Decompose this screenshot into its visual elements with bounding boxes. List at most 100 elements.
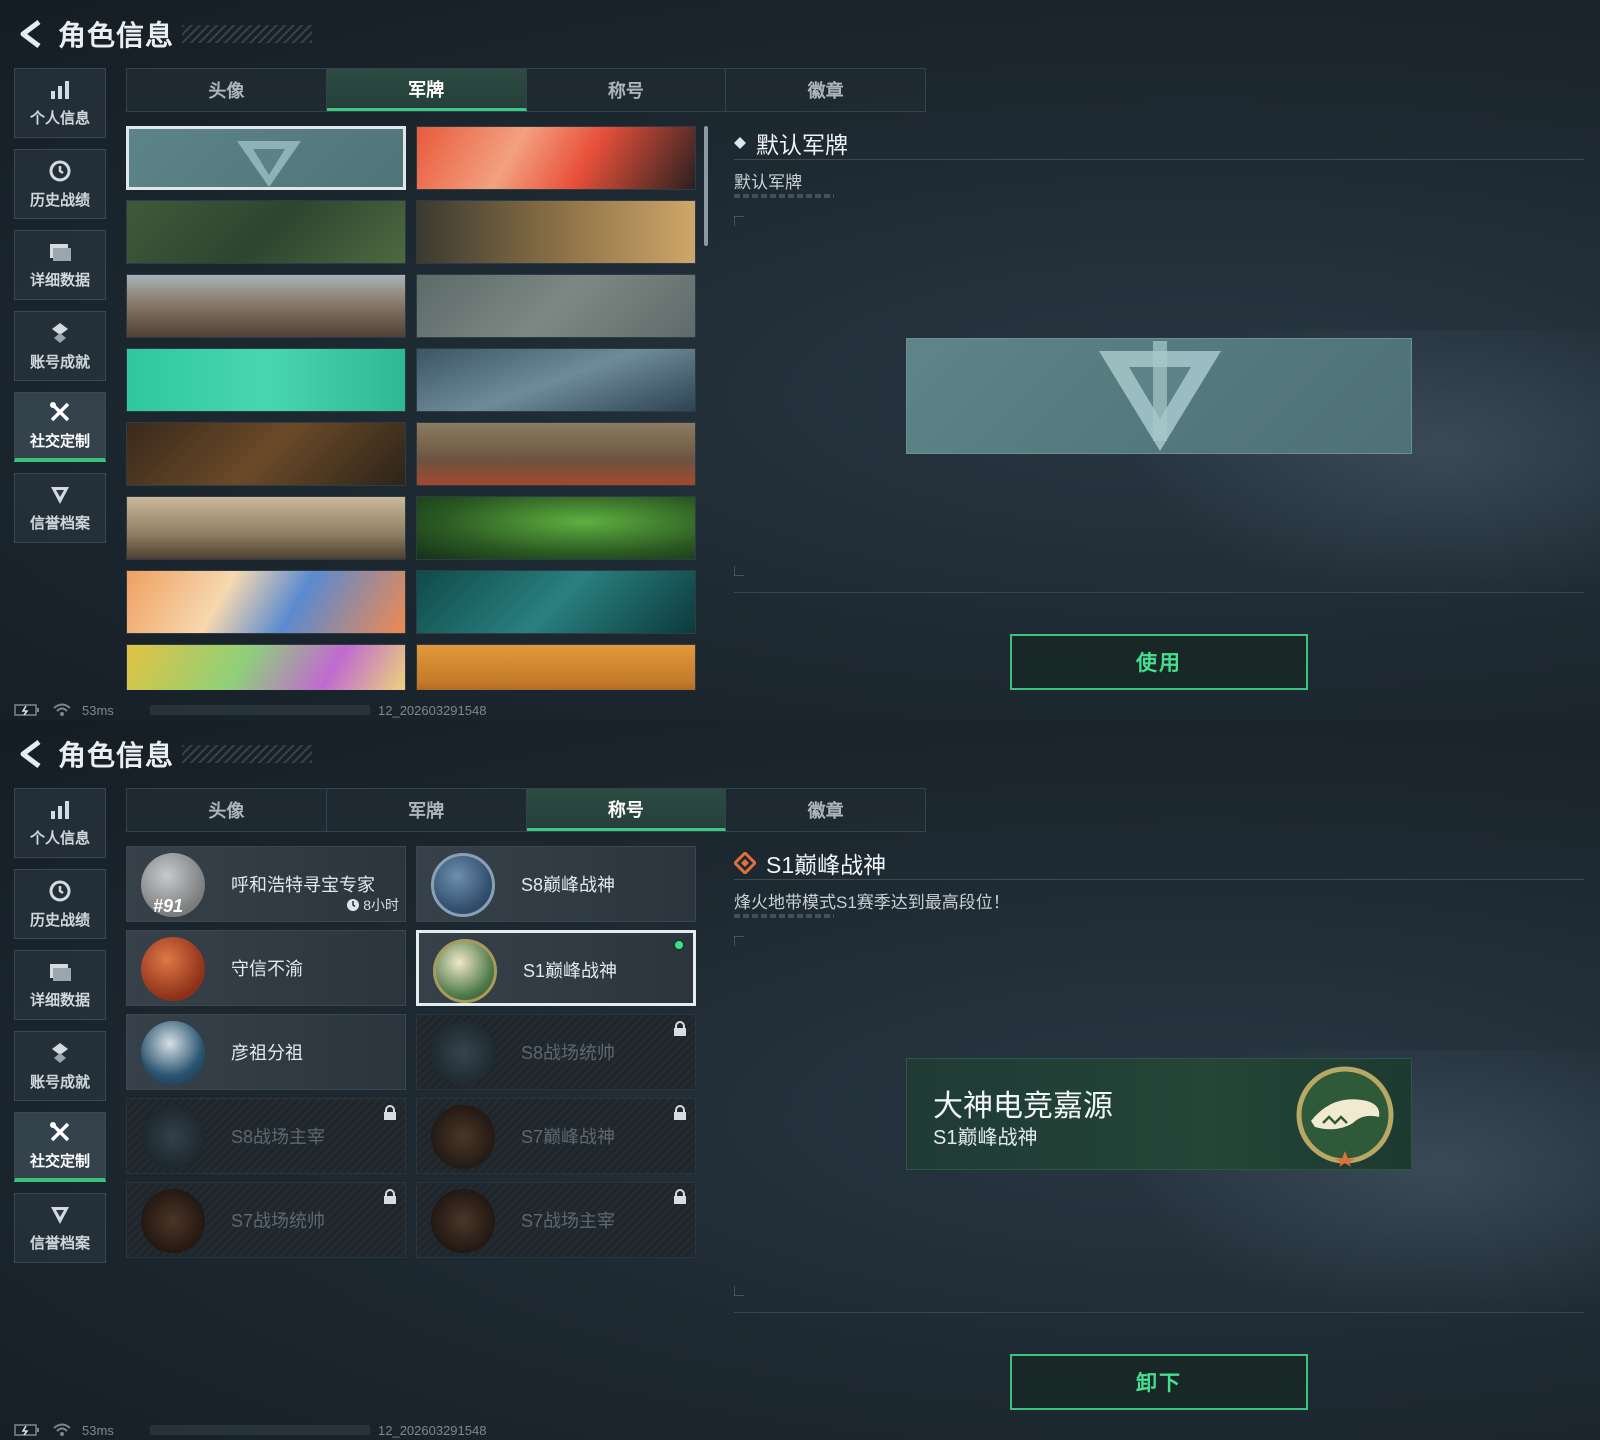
title-card[interactable]: #91 呼和浩特寻宝专家 8小时 — [126, 846, 406, 922]
sidebar-item-label: 信誉档案 — [29, 1234, 90, 1252]
frame-line — [734, 1312, 1584, 1313]
dog-tag-panel: 角色信息 个人信息 历史战绩 详细数据 账号成就 社交定制 信誉档案 头像 军牌… — [0, 0, 1600, 720]
dog-tag-item[interactable] — [126, 200, 406, 264]
folder-icon — [50, 243, 71, 261]
sidebar-item-label: 信誉档案 — [29, 514, 90, 532]
tab-badge[interactable]: 徽章 — [726, 789, 925, 831]
title-decoration — [182, 745, 313, 763]
dog-tag-item-default[interactable] — [126, 126, 406, 190]
version-string: 12_202603291548 — [378, 702, 487, 718]
detail-name: S1巅峰战神 — [766, 851, 887, 878]
dog-tag-preview — [906, 338, 1412, 454]
unequip-button[interactable]: 卸下 — [1010, 1354, 1308, 1410]
title-card-locked[interactable]: S7巅峰战神 — [416, 1098, 696, 1174]
tab-dog-tag[interactable]: 军牌 — [327, 789, 527, 831]
sidebar-item-personal-info[interactable]: 个人信息 — [14, 788, 106, 858]
sidebar-item-achievements[interactable]: 账号成就 — [14, 311, 106, 381]
back-button[interactable] — [14, 738, 46, 770]
tab-title[interactable]: 称号 — [527, 69, 727, 111]
title-name: S7战场主宰 — [521, 1211, 616, 1231]
gf-logo-icon — [1099, 341, 1221, 451]
title-name: S8战场统帅 — [521, 1043, 616, 1063]
frame-corner — [734, 936, 744, 946]
sidebar-item-label: 详细数据 — [29, 271, 90, 289]
dog-tag-item[interactable] — [126, 644, 406, 690]
dog-tag-item[interactable] — [126, 496, 406, 560]
orange-diamond-icon — [734, 851, 756, 874]
sidebar-item-social-custom[interactable]: 社交定制 — [14, 392, 106, 462]
sidebar-item-reputation[interactable]: 信誉档案 — [14, 473, 106, 543]
title-card-locked[interactable]: S7战场统帅 — [126, 1182, 406, 1258]
dog-tag-item[interactable] — [416, 496, 696, 560]
dog-tag-item[interactable] — [416, 200, 696, 264]
title-card[interactable]: S8巅峰战神 — [416, 846, 696, 922]
preview-title-name: S1巅峰战神 — [933, 1127, 1038, 1149]
back-arrow-icon — [20, 20, 41, 48]
sidebar-item-label: 个人信息 — [29, 109, 90, 127]
dog-tag-item[interactable] — [416, 644, 696, 690]
title-card-selected[interactable]: S1巅峰战神 — [416, 930, 696, 1006]
sidebar-item-label: 社交定制 — [29, 1153, 90, 1170]
dog-tag-item[interactable] — [126, 348, 406, 412]
battery-icon — [14, 704, 39, 716]
battery-icon — [14, 1424, 39, 1436]
tab-dog-tag[interactable]: 军牌 — [326, 69, 527, 111]
title-name: 守信不渝 — [231, 959, 303, 979]
dog-tag-item[interactable] — [416, 274, 696, 338]
title-preview: 大神电竞嘉源 S1巅峰战神 — [906, 1058, 1412, 1170]
sidebar-item-history[interactable]: 历史战绩 — [14, 149, 106, 219]
ping-value: 53ms — [82, 1422, 114, 1438]
city-badge-icon — [141, 1105, 205, 1169]
dog-tag-item[interactable] — [416, 422, 696, 486]
grid-scrollbar[interactable] — [704, 126, 708, 246]
timer-text: 8小时 — [363, 897, 399, 913]
tab-avatar[interactable]: 头像 — [127, 789, 327, 831]
equipped-indicator — [673, 939, 685, 951]
gf-logo-icon — [237, 141, 301, 187]
dog-tag-grid — [126, 126, 700, 690]
dog-tag-item[interactable] — [126, 422, 406, 486]
page-title: 角色信息 — [58, 740, 175, 771]
tab-avatar[interactable]: 头像 — [127, 69, 327, 111]
bar-chart-icon — [51, 80, 69, 99]
use-button[interactable]: 使用 — [1010, 634, 1308, 690]
detail-decoration — [734, 194, 834, 198]
title-name: S7战场统帅 — [231, 1211, 326, 1231]
title-card-locked[interactable]: S8战场统帅 — [416, 1014, 696, 1090]
dog-tag-item[interactable] — [126, 274, 406, 338]
sidebar-item-social-custom[interactable]: 社交定制 — [14, 1112, 106, 1182]
dog-tag-item[interactable] — [416, 570, 696, 634]
back-button[interactable] — [14, 18, 46, 50]
title-card-locked[interactable]: S8战场主宰 — [126, 1098, 406, 1174]
title-name: S8战场主宰 — [231, 1127, 326, 1147]
tab-bar: 头像 军牌 称号 徽章 — [126, 788, 926, 832]
title-card[interactable]: 彦祖分祖 — [126, 1014, 406, 1090]
gun-badge-icon — [431, 1105, 495, 1169]
shield-icon — [51, 486, 69, 504]
sidebar-item-achievements[interactable]: 账号成就 — [14, 1031, 106, 1101]
detail-header: 默认军牌 — [734, 126, 1584, 160]
lock-icon — [384, 1105, 396, 1120]
sidebar-item-history[interactable]: 历史战绩 — [14, 869, 106, 939]
sidebar-item-details[interactable]: 详细数据 — [14, 230, 106, 300]
detail-description: 烽火地带模式S1赛季达到最高段位！ — [734, 893, 1010, 912]
clock-icon — [49, 160, 71, 181]
dog-tag-item[interactable] — [416, 348, 696, 412]
tank-badge-icon — [431, 1021, 495, 1085]
tab-title[interactable]: 称号 — [526, 789, 727, 831]
sidebar-item-personal-info[interactable]: 个人信息 — [14, 68, 106, 138]
sidebar: 个人信息 历史战绩 详细数据 账号成就 社交定制 信誉档案 — [14, 68, 106, 554]
page-header: 角色信息 — [14, 14, 313, 54]
sidebar-item-details[interactable]: 详细数据 — [14, 950, 106, 1020]
frame-corner — [734, 566, 744, 576]
title-name: 呼和浩特寻宝专家 — [231, 875, 375, 895]
title-card[interactable]: 守信不渝 — [126, 930, 406, 1006]
sidebar-item-reputation[interactable]: 信誉档案 — [14, 1193, 106, 1263]
sidebar-item-label: 详细数据 — [29, 991, 90, 1009]
tab-badge[interactable]: 徽章 — [726, 69, 925, 111]
s8-peak-badge-icon — [431, 853, 495, 917]
lock-icon — [674, 1189, 686, 1204]
title-card-locked[interactable]: S7战场主宰 — [416, 1182, 696, 1258]
dog-tag-item[interactable] — [416, 126, 696, 190]
dog-tag-item[interactable] — [126, 570, 406, 634]
